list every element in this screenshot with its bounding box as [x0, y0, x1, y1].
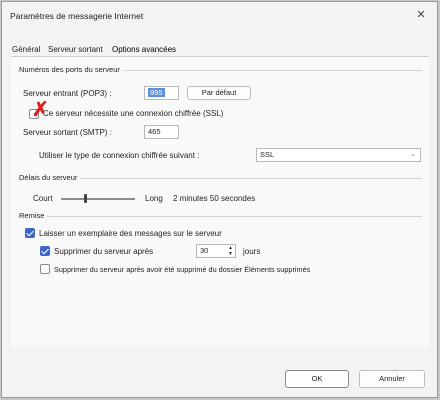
timeout-short-label: Court [33, 194, 53, 203]
encryption-type-label: Utiliser le type de connexion chiffrée s… [39, 151, 200, 160]
outgoing-server-label: Serveur sortant (SMTP) : [23, 128, 112, 137]
timeout-slider-thumb[interactable] [83, 194, 87, 203]
remove-deleted-label: Supprimer du serveur après avoir été sup… [54, 265, 311, 274]
tab-outgoing-server[interactable]: Serveur sortant [48, 45, 103, 54]
tab-general[interactable]: Général [12, 45, 40, 54]
timeout-value-text: 2 minutes 50 secondes [173, 194, 256, 203]
red-x-annotation: ✗ [32, 99, 49, 121]
dialog-title: Paramètres de messagerie Internet [10, 11, 144, 21]
leave-copy-label: Laisser un exemplaire des messages sur l… [39, 229, 222, 238]
delivery-group-title: Remise [19, 211, 48, 220]
timeout-long-label: Long [145, 194, 163, 203]
incoming-port-value: 995 [148, 88, 165, 97]
ok-button[interactable]: OK [285, 370, 349, 388]
encryption-type-value: SSL [260, 150, 275, 159]
timeout-slider-track[interactable] [61, 198, 135, 200]
default-ports-button[interactable]: Par défaut [187, 86, 251, 100]
internet-email-settings-dialog: Paramètres de messagerie Internet ✕ Géné… [1, 1, 438, 398]
days-value: 30 [200, 246, 209, 255]
timeout-group-title: Délais du serveur [19, 173, 81, 182]
chevron-down-icon: ⌄ [410, 151, 416, 158]
close-icon[interactable]: ✕ [413, 7, 429, 23]
remove-after-checkbox[interactable] [40, 246, 50, 256]
incoming-port-input[interactable]: 995 [144, 86, 179, 100]
ports-group-title: Numéros des ports du serveur [19, 65, 123, 74]
tab-advanced-options[interactable]: Options avancées [112, 45, 176, 54]
ssl-incoming-label: Ce serveur nécessite une connexion chiff… [43, 109, 224, 118]
days-unit-label: jours [243, 247, 261, 256]
remove-after-label: Supprimer du serveur après [54, 247, 154, 256]
encryption-type-select[interactable]: SSL ⌄ [256, 148, 421, 162]
remove-deleted-checkbox[interactable] [40, 264, 50, 274]
cancel-button[interactable]: Annuler [359, 370, 425, 388]
delivery-group-line [18, 216, 422, 217]
days-stepper[interactable]: 30 ▲ ▼ [196, 244, 236, 258]
outgoing-port-input[interactable]: 465 [144, 125, 179, 139]
leave-copy-checkbox[interactable] [25, 228, 35, 238]
stepper-arrows-icon[interactable]: ▲ ▼ [228, 245, 233, 257]
